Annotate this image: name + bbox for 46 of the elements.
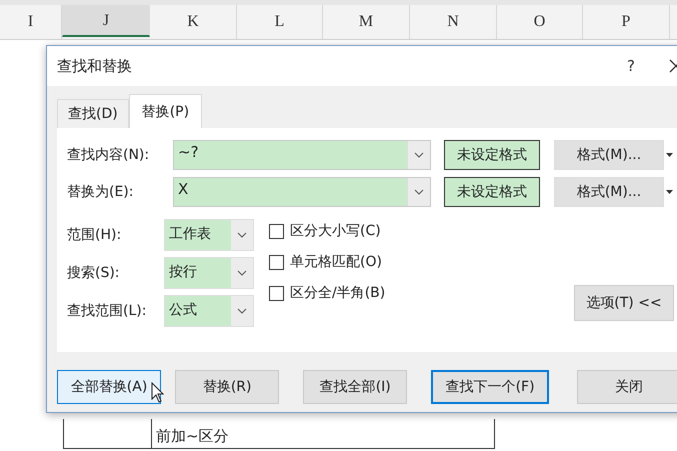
checkbox[interactable] [269, 254, 284, 270]
chevron-down-icon [414, 152, 424, 158]
table-cell-text: 前加~区分 [155, 426, 230, 447]
field-label: 替换为(E): [67, 183, 134, 201]
field-label: 查找范围(L): [67, 302, 148, 320]
column-header[interactable]: O [497, 5, 583, 39]
column-header[interactable]: J [62, 5, 150, 37]
chevron-down-icon [237, 308, 247, 314]
dialog-button[interactable]: 查找下一个(F) [431, 370, 549, 404]
format-preview: 未设定格式 [444, 140, 540, 170]
input-field[interactable]: X [173, 177, 431, 207]
checkbox-label: 区分全/半角(B) [290, 284, 386, 302]
dialog-button[interactable]: 查找全部(I) [303, 370, 408, 404]
dropdown[interactable]: 按行 [164, 257, 254, 289]
chevron-down-icon [237, 270, 247, 276]
help-button[interactable]: ? [627, 57, 635, 75]
cursor-icon [151, 382, 165, 404]
dropdown[interactable]: 工作表 [164, 219, 254, 251]
field-label: 搜索(S): [67, 264, 121, 282]
field-label: 范围(H): [67, 226, 122, 244]
column-header[interactable]: N [410, 5, 497, 39]
chevron-down-icon [237, 232, 247, 238]
format-button[interactable]: 格式(M)... [554, 140, 664, 170]
checkbox[interactable] [269, 224, 284, 238]
field-label: 查找内容(N): [67, 146, 150, 164]
column-header[interactable]: K [150, 5, 237, 39]
dropdown[interactable]: 公式 [164, 295, 254, 327]
dialog-button[interactable]: 关闭 [576, 370, 677, 404]
tab[interactable]: 替换(P) [128, 94, 202, 128]
tab[interactable]: 查找(D) [57, 99, 129, 128]
column-header[interactable]: L [237, 5, 323, 39]
checkbox-label: 区分大小写(C) [290, 222, 381, 240]
caret-icon[interactable] [666, 153, 673, 157]
caret-icon[interactable] [666, 190, 673, 194]
dialog-button[interactable]: 替换(R) [175, 370, 280, 404]
dialog-button[interactable]: 全部替换(A) [57, 370, 162, 404]
column-header[interactable]: P [583, 5, 670, 39]
format-button[interactable]: 格式(M)... [554, 177, 664, 207]
window-title: 查找和替换 [57, 56, 133, 76]
options-button[interactable]: 选项(T) << [574, 285, 674, 321]
format-preview: 未设定格式 [444, 177, 540, 207]
column-header[interactable]: M [323, 5, 410, 39]
chevron-down-icon [414, 189, 424, 195]
checkbox[interactable] [269, 286, 284, 300]
checkbox-label: 单元格匹配(O) [290, 253, 382, 271]
input-field[interactable]: ~? [173, 140, 431, 170]
